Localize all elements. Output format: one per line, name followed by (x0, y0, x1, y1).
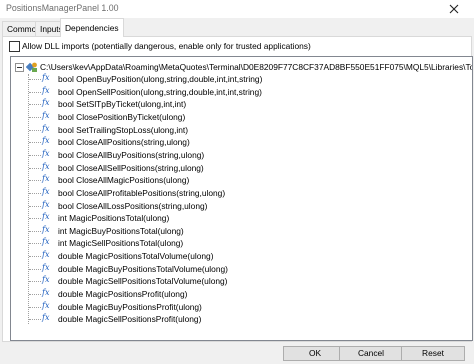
function-signature: int MagicPositionsTotal(ulong) (58, 213, 170, 224)
cancel-button[interactable]: Cancel (339, 346, 403, 361)
function-icon: fx (42, 136, 50, 146)
function-signature: bool OpenSellPosition(ulong,string,doubl… (58, 86, 262, 97)
tree-connector (28, 74, 29, 324)
tree-connector (29, 79, 41, 80)
function-icon: fx (42, 237, 50, 247)
function-icon: fx (42, 98, 50, 108)
tree-connector (29, 306, 41, 308)
close-icon (449, 4, 459, 14)
function-icon: fx (42, 148, 50, 158)
tree-connector (29, 129, 41, 131)
tree-connector (29, 116, 41, 118)
function-signature: double MagicPositionsProfit(ulong) (58, 289, 188, 300)
reset-button[interactable]: Reset (401, 346, 465, 361)
allow-dll-checkbox[interactable] (9, 41, 20, 52)
function-signature: bool CloseAllMagicPositions(ulong) (58, 175, 190, 186)
tree-connector (29, 230, 41, 232)
tree-connector (29, 256, 41, 258)
function-signature: int MagicSellPositionsTotal(ulong) (58, 238, 184, 249)
tab-dependencies[interactable]: Dependencies (60, 18, 124, 37)
library-path: C:\Users\kev\AppData\Roaming\MetaQuotes\… (40, 62, 472, 72)
function-signature: double MagicPositionsTotalVolume(ulong) (58, 251, 214, 262)
tree-connector (29, 243, 41, 245)
function-icon: fx (42, 262, 50, 272)
tree-connector (29, 180, 41, 182)
function-icon: fx (42, 174, 50, 184)
function-signature: bool CloseAllBuyPositions(string,ulong) (58, 149, 205, 160)
tree-connector (29, 218, 41, 220)
tree-connector (29, 294, 41, 296)
dependencies-panel: Allow DLL imports (potentially dangerous… (2, 36, 473, 342)
function-signature: bool CloseAllLossPositions(string,ulong) (58, 200, 208, 211)
tree-connector (29, 104, 41, 106)
tab-strip: Common Inputs Dependencies (0, 18, 474, 37)
collapse-icon[interactable] (15, 63, 24, 72)
function-icon: fx (42, 110, 50, 120)
function-icon: fx (42, 161, 50, 171)
tree-connector (29, 91, 41, 93)
function-icon: fx (42, 73, 50, 82)
function-icon: fx (42, 224, 50, 234)
tree-connector (29, 281, 41, 283)
function-icon: fx (42, 313, 50, 323)
tree-connector (29, 319, 41, 321)
function-signature: double MagicSellPositionsProfit(ulong) (58, 314, 202, 325)
tree-connector (29, 142, 41, 144)
tree-connector (29, 154, 41, 156)
dependencies-tree[interactable]: C:\Users\kev\AppData\Roaming\MetaQuotes\… (10, 56, 473, 341)
function-signature: bool CloseAllPositions(string,ulong) (58, 137, 190, 148)
function-icon: fx (42, 212, 50, 222)
function-icon: fx (42, 288, 50, 298)
ok-button[interactable]: OK (283, 346, 347, 361)
allow-dll-label[interactable]: Allow DLL imports (potentially dangerous… (22, 41, 311, 51)
title-bar: PositionsManagerPanel 1.00 (0, 0, 474, 18)
function-signature: bool CloseAllProfitablePositions(string,… (58, 187, 226, 198)
function-icon: fx (42, 275, 50, 285)
function-icon: fx (42, 199, 50, 209)
function-signature: double MagicBuyPositionsTotalVolume(ulon… (58, 263, 228, 274)
function-icon: fx (42, 123, 50, 133)
window-title: PositionsManagerPanel 1.00 (6, 3, 119, 13)
tree-connector (29, 192, 41, 194)
function-icon: fx (42, 300, 50, 310)
tree-connector (29, 205, 41, 207)
function-signature: bool OpenBuyPosition(ulong,string,double… (58, 74, 263, 84)
function-signature: bool SetSlTpByTicket(ulong,int,int) (58, 99, 187, 110)
function-signature: double MagicSellPositionsTotalVolume(ulo… (58, 276, 228, 287)
function-icon: fx (42, 250, 50, 260)
function-signature: bool SetTrailingStopLoss(ulong,int) (58, 124, 189, 135)
close-button[interactable] (434, 0, 474, 18)
library-icon (25, 61, 38, 75)
function-icon: fx (42, 186, 50, 196)
function-signature: int MagicBuyPositionsTotal(ulong) (58, 225, 184, 236)
function-signature: double MagicBuyPositionsProfit(ulong) (58, 301, 202, 312)
function-signature: bool CloseAllSellPositions(string,ulong) (58, 162, 204, 173)
function-signature: bool ClosePositionByTicket(ulong) (58, 111, 186, 122)
tree-connector (29, 167, 41, 169)
tree-connector (29, 268, 41, 270)
function-icon: fx (42, 85, 50, 95)
